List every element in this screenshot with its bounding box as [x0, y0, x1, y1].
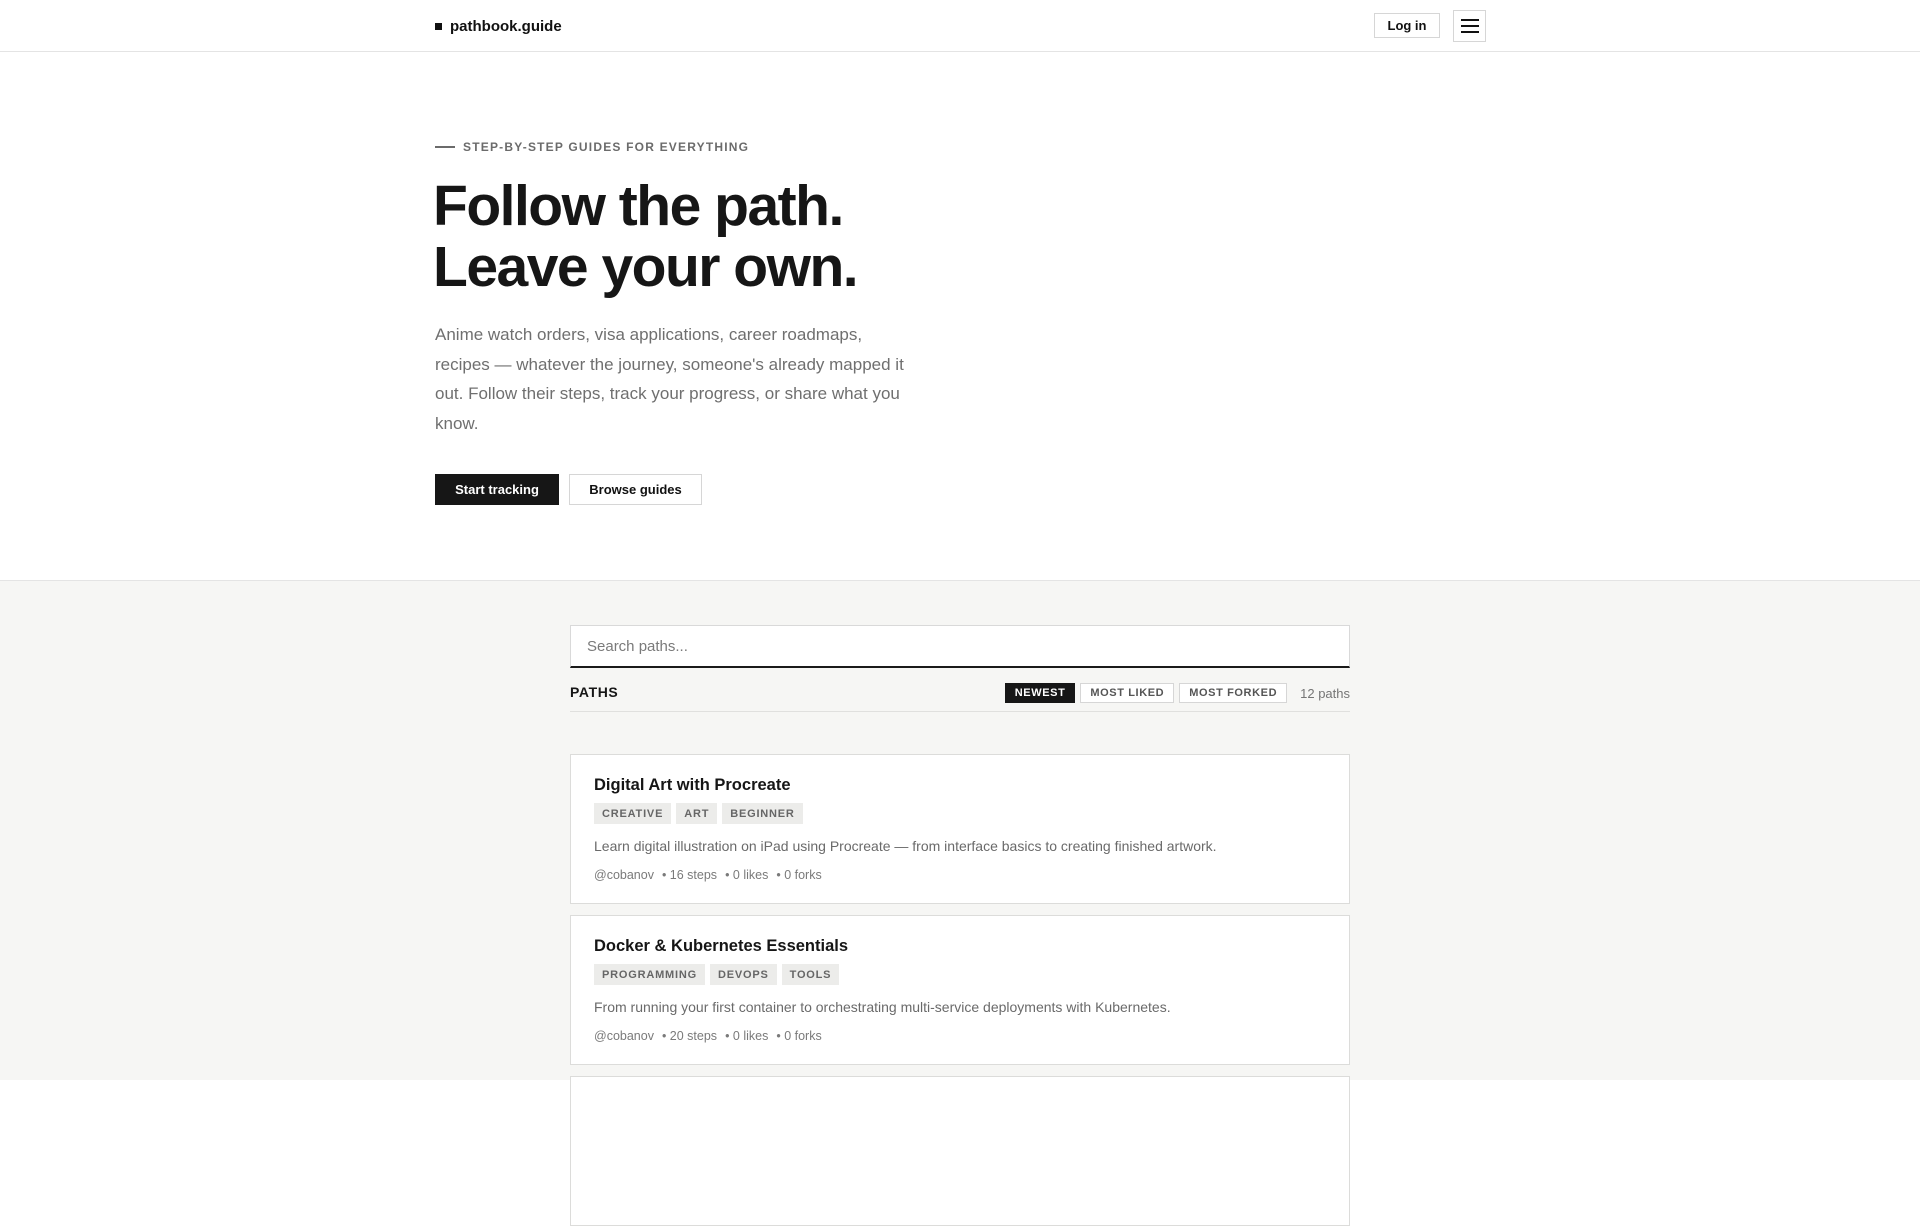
path-author[interactable]: @cobanov	[594, 868, 654, 882]
paths-heading: PATHS	[570, 684, 619, 700]
tag[interactable]: PROGRAMMING	[594, 964, 705, 985]
sort-most-liked-button[interactable]: MOST LIKED	[1080, 683, 1175, 703]
hero-section: STEP-BY-STEP GUIDES FOR EVERYTHING Follo…	[0, 52, 1920, 581]
path-likes: • 0 likes	[725, 868, 769, 882]
brand-name: pathbook.guide	[450, 17, 562, 35]
path-card[interactable]: Digital Art with Procreate CREATIVE ART …	[570, 754, 1350, 904]
search-input[interactable]	[570, 625, 1350, 668]
path-description: From running your first container to orc…	[594, 999, 1171, 1015]
hamburger-icon-bar	[1460, 19, 1479, 21]
path-forks: • 0 forks	[776, 868, 822, 882]
paths-count: 12 paths	[1300, 685, 1350, 701]
path-title[interactable]: Digital Art with Procreate	[594, 774, 1326, 796]
path-author[interactable]: @cobanov	[594, 1029, 654, 1043]
hero-eyebrow: STEP-BY-STEP GUIDES FOR EVERYTHING	[435, 140, 749, 154]
headline-line-1: Follow the path.	[433, 174, 844, 238]
brand-logo-icon	[435, 22, 442, 30]
path-description: Learn digital illustration on iPad using…	[594, 838, 1217, 854]
path-steps: • 20 steps	[661, 1029, 718, 1043]
start-tracking-button[interactable]: Start tracking	[435, 474, 559, 505]
menu-button[interactable]	[1453, 10, 1486, 42]
tag[interactable]: ART	[676, 803, 718, 824]
path-likes: • 0 likes	[725, 1029, 769, 1043]
eyebrow-dash-icon	[435, 146, 455, 148]
sort-options: NEWEST MOST LIKED MOST FORKED 12 paths	[1004, 683, 1350, 703]
tag[interactable]: CREATIVE	[594, 803, 672, 824]
tag[interactable]: DEVOPS	[709, 964, 777, 985]
tag[interactable]: BEGINNER	[722, 803, 803, 824]
path-forks: • 0 forks	[776, 1029, 822, 1043]
brand-link[interactable]: pathbook.guide	[435, 16, 562, 36]
sort-most-forked-button[interactable]: MOST FORKED	[1179, 683, 1288, 703]
hero-description: Anime watch orders, visa applications, c…	[435, 325, 904, 433]
paths-toolbar: PATHS NEWEST MOST LIKED MOST FORKED 12 p…	[570, 674, 1350, 712]
headline-line-2: Leave your own.	[433, 235, 859, 299]
path-title[interactable]: Docker & Kubernetes Essentials	[594, 935, 1326, 957]
path-card[interactable]	[570, 1076, 1350, 1226]
hamburger-icon-bar	[1460, 25, 1479, 27]
path-meta: @cobanov • 20 steps • 0 likes • 0 forks	[594, 1029, 1326, 1043]
tag[interactable]: TOOLS	[781, 964, 840, 985]
browse-guides-button[interactable]: Browse guides	[569, 474, 702, 505]
hamburger-icon-bar	[1460, 31, 1479, 33]
sort-newest-button[interactable]: NEWEST	[1004, 683, 1076, 703]
top-navigation-bar: pathbook.guide Log in	[0, 0, 1920, 52]
eyebrow-text: STEP-BY-STEP GUIDES FOR EVERYTHING	[463, 140, 750, 154]
path-steps: • 16 steps	[661, 868, 718, 882]
path-tags: PROGRAMMING DEVOPS TOOLS	[594, 964, 1326, 985]
login-button[interactable]: Log in	[1374, 13, 1440, 38]
paths-listing-section: PATHS NEWEST MOST LIKED MOST FORKED 12 p…	[0, 581, 1920, 1226]
path-tags: CREATIVE ART BEGINNER	[594, 803, 1326, 824]
path-meta: @cobanov • 16 steps • 0 likes • 0 forks	[594, 868, 1326, 882]
path-card[interactable]: Docker & Kubernetes Essentials PROGRAMMI…	[570, 915, 1350, 1065]
hero-headline: Follow the path. Leave your own.	[433, 176, 1133, 298]
